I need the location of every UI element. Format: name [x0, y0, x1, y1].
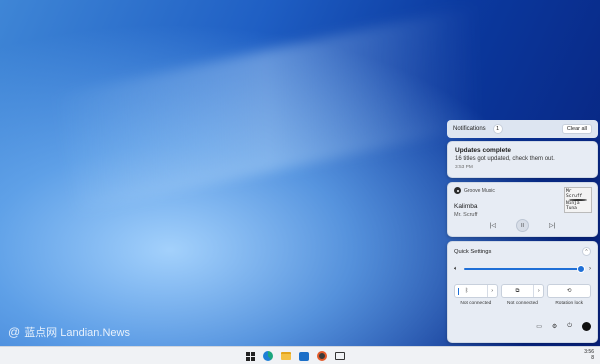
mail-icon[interactable]: [299, 351, 309, 361]
bluetooth-icon: ᛒ: [465, 288, 469, 294]
chevron-right-icon[interactable]: ›: [533, 285, 543, 297]
quick-settings-header: Quick Settings ⌃: [454, 247, 591, 256]
power-icon[interactable]: ⏻: [567, 323, 572, 330]
groove-music-icon: [454, 187, 461, 194]
skip-forward-icon[interactable]: ▷|: [549, 222, 555, 229]
bluetooth-tile: ᛒ › Not connected: [454, 284, 498, 306]
volume-slider-track: [463, 268, 583, 270]
volume-slider-thumb[interactable]: [577, 265, 585, 273]
bluetooth-toggle[interactable]: ᛒ ›: [454, 284, 498, 298]
user-avatar-icon[interactable]: [582, 322, 591, 331]
accent-bar: [458, 287, 459, 295]
quick-settings-title: Quick Settings: [454, 248, 492, 255]
volume-slider[interactable]: [462, 265, 585, 273]
chevron-up-icon[interactable]: ⌃: [582, 247, 591, 256]
chevron-right-icon[interactable]: ›: [486, 285, 497, 297]
edge-icon[interactable]: [263, 351, 273, 361]
quick-settings-footer: ▭ ⚙︎ ⏻: [454, 322, 591, 331]
watermark-symbol: @: [8, 325, 21, 339]
watermark-text: 蓝点网 Landian.News: [24, 327, 130, 339]
album-art-text-bottom: Ninja Tuna: [566, 201, 580, 211]
media-control-card[interactable]: Groove Music Kalimba Mr. Scruff Mr Scruf…: [447, 182, 598, 237]
rotation-lock-toggle[interactable]: ⟲: [547, 284, 592, 298]
notification-body: 16 titles got updated, check them out.: [455, 156, 555, 162]
rotation-lock-tile: ⟲ Rotation lock: [547, 284, 592, 306]
media-controls: |◁ II ▷|: [448, 219, 597, 232]
battery-icon[interactable]: ▭: [536, 323, 542, 330]
notification-card[interactable]: Updates complete 16 titles got updated, …: [447, 141, 598, 178]
notifications-header: Notifications 1 Clear all: [447, 120, 598, 138]
cast-tile: ⧉ › Not connected: [500, 284, 545, 306]
taskbar-apps: [245, 351, 345, 361]
speaker-icon[interactable]: 🔈︎: [454, 266, 458, 273]
quick-settings-tiles: ᛒ › Not connected ⧉ › Not connected ⟲ Ro…: [454, 284, 592, 306]
notifications-title: Notifications: [453, 126, 486, 132]
taskbar: 3:56 8: [0, 346, 600, 364]
cast-icon: ⧉: [515, 287, 520, 294]
wallpaper-highlight: [53, 0, 587, 213]
cast-label: Not connected: [507, 301, 538, 306]
pause-icon[interactable]: II: [516, 219, 529, 232]
start-icon[interactable]: [245, 351, 255, 361]
notification-title: Updates complete: [455, 147, 511, 154]
album-art: Mr Scruff Ninja Tuna: [564, 187, 592, 213]
task-view-icon[interactable]: [335, 351, 345, 361]
clock-date: 8: [591, 355, 594, 361]
cast-toggle[interactable]: ⧉ ›: [500, 284, 545, 298]
groove-icon[interactable]: [317, 351, 327, 361]
rotation-lock-icon: ⟲: [566, 288, 572, 294]
media-app-name: Groove Music: [464, 187, 495, 194]
notification-time: 3:53 PM: [455, 165, 473, 170]
watermark: @ 蓝点网 Landian.News: [8, 324, 130, 340]
notification-count-badge: 1: [492, 124, 503, 134]
quick-settings-card: Quick Settings ⌃ 🔈︎ › ᛒ › Not connected …: [447, 241, 598, 343]
system-clock[interactable]: 3:56 8: [584, 349, 594, 361]
gear-icon[interactable]: ⚙︎: [552, 323, 557, 330]
file-explorer-icon[interactable]: [281, 351, 291, 361]
album-art-text-top: Mr Scruff: [566, 189, 583, 199]
rotation-lock-label: Rotation lock: [555, 301, 584, 306]
skip-back-icon[interactable]: |◁: [490, 222, 496, 229]
chevron-right-icon[interactable]: ›: [589, 266, 591, 272]
clear-all-button[interactable]: Clear all: [561, 124, 592, 134]
bluetooth-label: Not connected: [460, 301, 492, 306]
volume-row: 🔈︎ ›: [454, 265, 591, 273]
